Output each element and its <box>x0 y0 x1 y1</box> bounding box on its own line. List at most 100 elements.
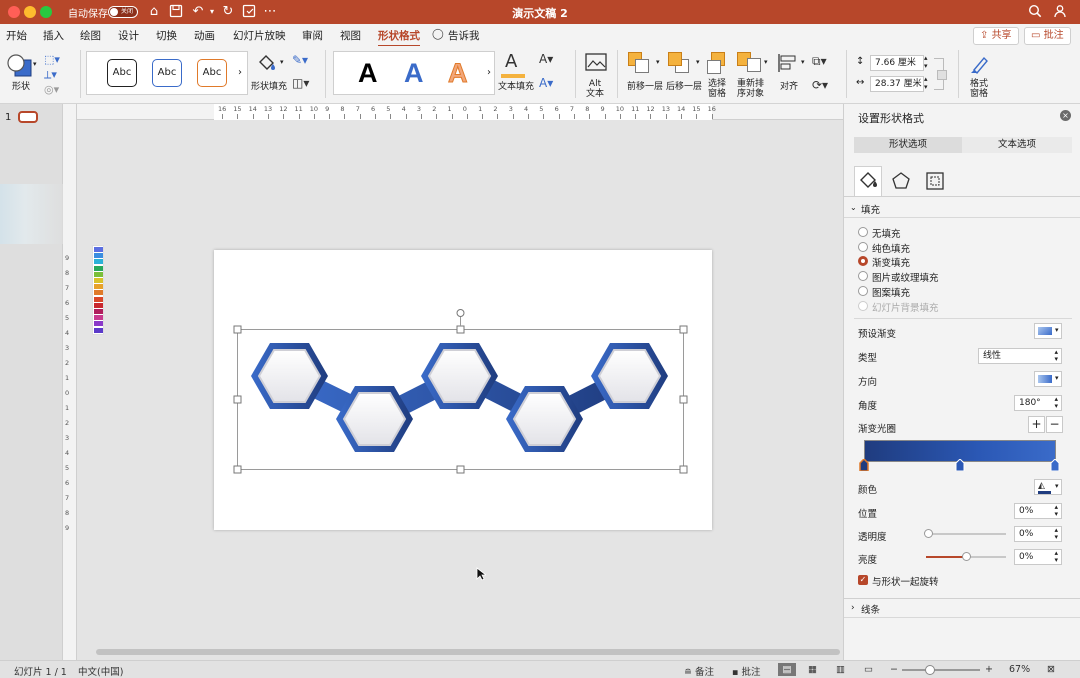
transparency-slider[interactable] <box>926 533 1006 535</box>
chevron-down-icon[interactable]: ▾ <box>801 58 805 66</box>
gradient-stop-3[interactable] <box>1050 458 1060 472</box>
palette-swatch[interactable] <box>94 247 103 252</box>
chevron-down-icon[interactable]: ▾ <box>764 58 768 66</box>
save-icon[interactable] <box>168 4 184 20</box>
fill-option-gradient[interactable]: 渐变填充 <box>872 255 910 269</box>
shape-height-input[interactable]: 7.66 厘米 <box>870 55 924 71</box>
maximize-window-button[interactable] <box>40 6 52 18</box>
text-box-icon[interactable]: ⟂▾ <box>44 67 57 83</box>
shape-style-1[interactable]: Abc <box>107 59 137 87</box>
shape-style-3[interactable]: Abc <box>197 59 227 87</box>
height-stepper[interactable]: ▴ ▾ <box>924 54 928 70</box>
home-icon[interactable]: ⌂ <box>146 4 162 20</box>
hexagon-diagram[interactable] <box>214 250 712 530</box>
tab-home[interactable]: 开始 <box>6 28 27 43</box>
shape-fill-button[interactable] <box>256 53 278 75</box>
shape-outline-icon[interactable]: ✎▾ <box>292 53 308 67</box>
tab-slideshow[interactable]: 幻灯片放映 <box>233 28 286 43</box>
gradient-stop-1[interactable] <box>859 457 869 472</box>
selection-pane-button[interactable] <box>707 52 729 74</box>
autosave-toggle[interactable]: 关闭 <box>108 6 138 18</box>
wordart-style-2[interactable]: A <box>404 58 424 88</box>
tab-view[interactable]: 视图 <box>340 28 361 43</box>
more-icon[interactable]: ⋯ <box>262 4 278 20</box>
text-effects-icon[interactable]: A▾ <box>539 76 553 90</box>
gradient-type-select[interactable]: 线性 ▴ ▾ <box>978 348 1062 364</box>
chevron-down-icon[interactable]: ▾ <box>656 58 660 66</box>
stop-color-picker[interactable]: ◭ ▾ <box>1034 479 1062 495</box>
palette-swatch[interactable] <box>94 327 103 333</box>
rotate-icon[interactable]: ⟳▾ <box>812 78 828 92</box>
comments-button[interactable]: ▭ 批注 <box>1024 27 1071 45</box>
palette-swatch[interactable] <box>94 265 103 271</box>
wordart-style-1[interactable]: A <box>358 58 378 88</box>
group-icon[interactable]: ⧉▾ <box>812 54 827 69</box>
zoom-level[interactable]: 67% <box>1009 664 1030 675</box>
merge-shapes-icon[interactable]: ◎▾ <box>44 82 59 98</box>
send-backward-button[interactable] <box>668 52 690 74</box>
tab-shape-format[interactable]: 形状格式 <box>378 28 420 47</box>
brightness-stepper[interactable]: ▴ ▾ <box>1054 550 1058 564</box>
radio-gradient-fill[interactable] <box>858 256 868 266</box>
account-icon[interactable] <box>1052 4 1068 20</box>
fill-option-solid[interactable]: 纯色填充 <box>872 241 910 255</box>
palette-swatch[interactable] <box>94 284 103 290</box>
text-outline-icon[interactable]: A▾ <box>539 52 553 66</box>
add-stop-button[interactable]: + <box>1028 416 1045 433</box>
palette-swatch[interactable] <box>94 278 103 283</box>
tab-shape-options[interactable]: 形状选项 <box>854 137 962 153</box>
normal-view-icon[interactable]: ▤ <box>778 663 796 676</box>
minimize-window-button[interactable] <box>24 6 36 18</box>
line-section-header[interactable]: 线条 <box>861 602 880 616</box>
slideshow-icon[interactable]: ▭ <box>864 664 873 675</box>
radio-solid-fill[interactable] <box>858 242 868 252</box>
transparency-slider-knob[interactable] <box>924 529 933 538</box>
format-pane-button[interactable] <box>968 52 994 76</box>
palette-swatch[interactable] <box>94 253 103 259</box>
shape-effects-icon[interactable]: ◫▾ <box>292 76 309 90</box>
align-button[interactable] <box>776 52 802 74</box>
reading-view-icon[interactable]: ▥ <box>836 664 845 675</box>
rotate-with-shape-checkbox[interactable]: ✓ <box>858 575 868 585</box>
horizontal-scrollbar[interactable] <box>96 649 840 655</box>
gradient-stop-2[interactable] <box>955 458 965 472</box>
width-stepper[interactable]: ▴ ▾ <box>924 75 928 91</box>
position-input[interactable]: 0% ▴ ▾ <box>1014 503 1062 519</box>
radio-pattern-fill[interactable] <box>858 286 868 296</box>
fill-option-pattern[interactable]: 图案填充 <box>872 285 910 299</box>
remove-stop-button[interactable]: − <box>1046 416 1063 433</box>
direction-picker[interactable]: ▾ <box>1034 371 1062 387</box>
lock-aspect-checkbox[interactable] <box>937 70 947 80</box>
slide-thumbnail[interactable] <box>18 111 38 123</box>
slide[interactable] <box>214 250 712 530</box>
fit-to-window-icon[interactable]: ⊠ <box>1047 664 1055 675</box>
radio-picture-fill[interactable] <box>858 271 868 281</box>
chevron-down-icon[interactable]: ▾ <box>696 58 700 66</box>
edit-shape-icon[interactable]: ⬚▾ <box>44 52 60 68</box>
zoom-slider[interactable] <box>902 669 980 671</box>
redo-icon[interactable]: ↻ <box>220 4 236 20</box>
shapes-button[interactable] <box>6 52 36 82</box>
language[interactable]: 中文(中国) <box>78 664 123 678</box>
rotate-with-shape-label[interactable]: 与形状一起旋转 <box>872 574 939 588</box>
zoom-slider-knob[interactable] <box>925 665 935 675</box>
close-window-button[interactable] <box>8 6 20 18</box>
alt-text-button[interactable] <box>584 52 608 76</box>
tab-design[interactable]: 设计 <box>118 28 139 43</box>
palette-swatch[interactable] <box>94 290 103 296</box>
palette-swatch[interactable] <box>94 259 103 265</box>
palette-swatch[interactable] <box>94 321 103 327</box>
tab-text-options[interactable]: 文本选项 <box>962 137 1072 153</box>
zoom-out-button[interactable]: − <box>890 664 898 675</box>
format-painter-icon[interactable] <box>241 4 257 20</box>
color-palette-strip[interactable] <box>92 245 104 335</box>
notes-button[interactable]: ≘ 备注 <box>684 664 714 678</box>
bring-forward-button[interactable] <box>628 52 650 74</box>
transparency-stepper[interactable]: ▴ ▾ <box>1054 527 1058 541</box>
tab-draw[interactable]: 绘图 <box>80 28 101 43</box>
fill-section-header[interactable]: 填充 <box>861 202 880 216</box>
brightness-slider-knob[interactable] <box>962 552 971 561</box>
comments-status-button[interactable]: ▪ 批注 <box>732 664 760 678</box>
tab-review[interactable]: 审阅 <box>302 28 323 43</box>
zoom-in-button[interactable]: + <box>985 664 993 675</box>
